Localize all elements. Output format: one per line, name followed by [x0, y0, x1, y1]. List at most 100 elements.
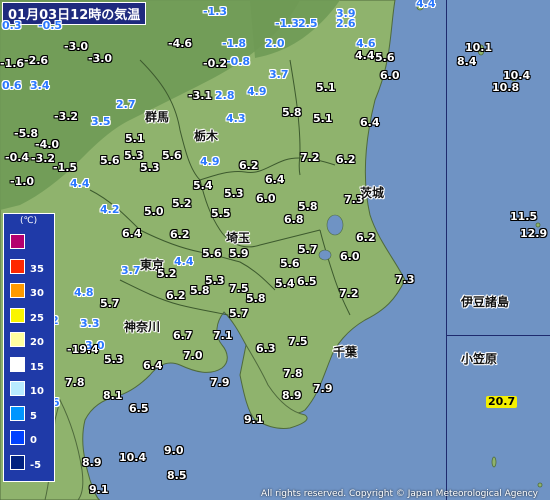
map-title: 01月03日12時の気温 — [2, 2, 147, 25]
temperature-reading: 6.2 — [239, 159, 259, 172]
temperature-reading: 5.1 — [316, 81, 336, 94]
copyright-notice: All rights reserved. Copyright © Japan M… — [261, 489, 538, 499]
temperature-reading: 8.1 — [103, 389, 123, 402]
temperature-reading: 0.6 — [2, 79, 22, 92]
temperature-reading: 6.4 — [265, 173, 285, 186]
legend-row: 20 — [8, 330, 54, 352]
temperature-reading: 3.5 — [91, 115, 111, 128]
temperature-reading: 4.9 — [200, 155, 220, 168]
temperature-reading: -0.2 — [203, 57, 228, 70]
temperature-reading: 5.2 — [157, 267, 177, 280]
legend-swatch — [10, 307, 25, 323]
temperature-reading: 2.0 — [265, 37, 285, 50]
temperature-reading: 7.5 — [288, 335, 308, 348]
legend-swatch — [10, 430, 25, 445]
temperature-reading: 5.8 — [190, 284, 210, 297]
temperature-reading: 7.9 — [210, 376, 230, 389]
temperature-reading: -0.5 — [38, 19, 63, 32]
temperature-reading: 4.4 — [70, 177, 90, 190]
temperature-reading: 6.4 — [143, 359, 163, 372]
temperature-reading: 5.3 — [104, 353, 124, 366]
temperature-reading: 10.1 — [465, 41, 493, 54]
temperature-reading: 6.7 — [173, 329, 193, 342]
temperature-reading: -3.2 — [31, 152, 56, 165]
temperature-reading: -1.3 — [275, 17, 300, 30]
temperature-reading: -1.3 — [203, 5, 228, 18]
temperature-reading: -3.2 — [54, 110, 79, 123]
temperature-reading: 7.2 — [339, 287, 359, 300]
legend-row: 10 — [8, 379, 54, 401]
legend-swatch — [10, 356, 25, 372]
legend-label: 20 — [30, 337, 44, 348]
temperature-reading: 6.4 — [360, 116, 380, 129]
temperature-reading: 4.2 — [100, 203, 120, 216]
temperature-reading: 6.5 — [129, 402, 149, 415]
temperature-reading: -0.8 — [226, 55, 251, 68]
temperature-reading: -3.0 — [88, 52, 113, 65]
temperature-reading: 5.3 — [224, 187, 244, 200]
temperature-reading: 8.4 — [457, 55, 477, 68]
temperature-reading: 6.2 — [356, 231, 376, 244]
legend-row: 15 — [8, 355, 54, 377]
temperature-reading: 0.3 — [2, 19, 22, 32]
temperature-reading: 4.4 — [416, 0, 436, 10]
temperature-reading: -3.1 — [188, 89, 213, 102]
temperature-reading: 2.7 — [116, 98, 136, 111]
temperature-reading: 6.0 — [256, 192, 276, 205]
temperature-reading: -1.5 — [53, 161, 78, 174]
legend-swatch — [10, 454, 25, 470]
temperature-reading: 7.3 — [395, 273, 415, 286]
temperature-reading: 7.0 — [183, 349, 203, 362]
temperature-reading: 11.5 — [510, 210, 538, 223]
legend-row: 25 — [8, 306, 54, 328]
temperature-reading: 8.9 — [282, 389, 302, 402]
region-label-chiba: 千葉 — [333, 345, 358, 359]
legend-row: 35 — [8, 257, 54, 279]
temperature-reading: 3.7 — [121, 264, 141, 277]
temperature-reading: 2.8 — [215, 89, 235, 102]
legend-label: 5 — [30, 410, 37, 422]
weather-map: 01月03日12時の気温 群馬 栃木 茨城 埼玉 東京 神奈川 千葉 伊豆諸島 … — [0, 0, 550, 500]
temperature-reading: 5.6 — [202, 247, 222, 260]
temperature-legend: (℃) 35 30 25 20 15 10 5 0 -5 — [3, 213, 55, 482]
region-label-ogasawara: 小笠原 — [461, 352, 498, 366]
temperature-reading: 9.1 — [244, 413, 264, 426]
legend-unit: (℃) — [20, 216, 38, 226]
temperature-reading: 10.8 — [492, 81, 520, 94]
region-label-kanagawa: 神奈川 — [124, 320, 161, 334]
temperature-reading: 6.2 — [170, 228, 190, 241]
temperature-reading: 7.1 — [213, 329, 233, 342]
legend-row: 5 — [8, 404, 54, 426]
temperature-reading: 10.4 — [119, 451, 147, 464]
temperature-reading: 3.7 — [269, 68, 289, 81]
region-label-saitama: 埼玉 — [226, 231, 251, 245]
temperature-reading: -3.0 — [64, 40, 89, 53]
temperature-reading: -19.4 — [67, 343, 99, 356]
temperature-reading: 7.8 — [283, 367, 303, 380]
temperature-reading: -1.0 — [10, 175, 35, 188]
temperature-reading: 5.4 — [275, 277, 295, 290]
temperature-reading: 6.0 — [340, 250, 360, 263]
temperature-reading: 5.3 — [140, 161, 160, 174]
temperature-reading: 20.7 — [486, 395, 518, 408]
temperature-reading: 5.6 — [375, 51, 395, 64]
temperature-reading: 4.8 — [74, 286, 94, 299]
temperature-reading: 7.3 — [344, 193, 364, 206]
temperature-reading: 6.3 — [256, 342, 276, 355]
legend-label: 0 — [30, 435, 37, 446]
temperature-reading: 4.4 — [355, 49, 375, 62]
temperature-reading: 5.1 — [313, 112, 333, 125]
temperature-reading: 5.8 — [298, 200, 318, 213]
region-label-tochigi: 栃木 — [194, 129, 219, 143]
temperature-reading: -4.6 — [168, 37, 193, 50]
temperature-reading: 5.1 — [125, 132, 145, 145]
legend-row — [8, 232, 54, 254]
temperature-reading: 7.8 — [65, 376, 85, 389]
legend-row: 30 — [8, 281, 54, 303]
temperature-reading: 6.2 — [166, 289, 186, 302]
temperature-reading: 7.2 — [300, 151, 320, 164]
temperature-reading: 2.5 — [298, 17, 318, 30]
temperature-reading: 5.0 — [144, 205, 164, 218]
legend-label: 25 — [30, 312, 44, 324]
temperature-reading: -1.6 — [0, 57, 25, 70]
